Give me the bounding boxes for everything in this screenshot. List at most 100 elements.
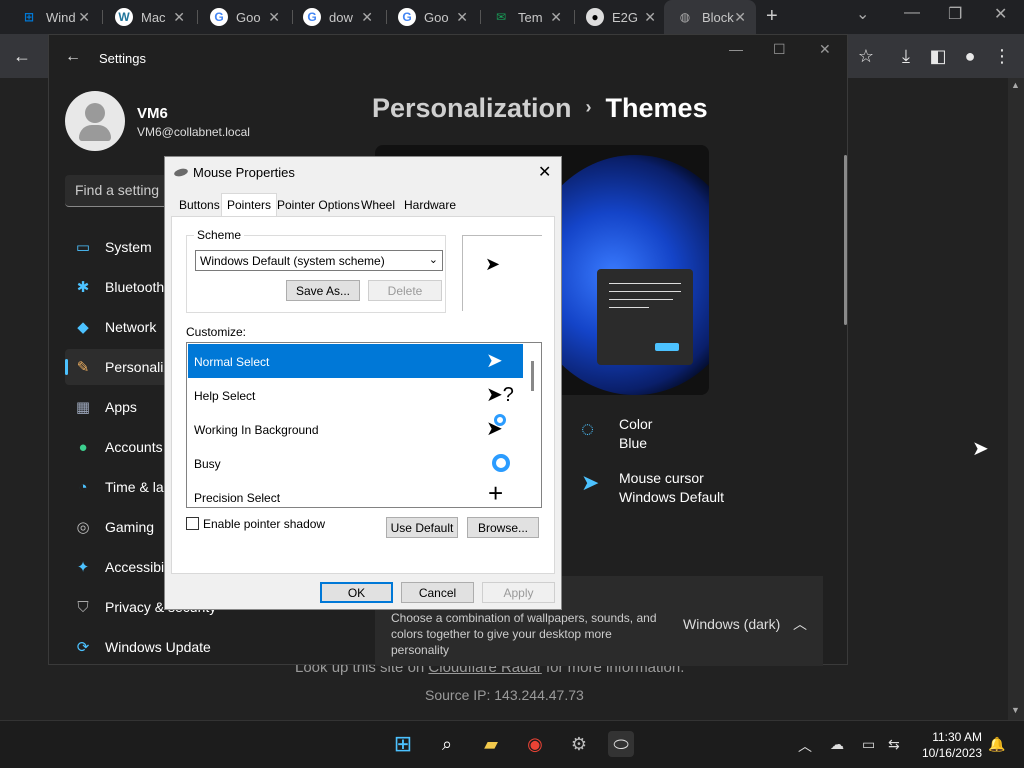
page-scrollbar[interactable] (1008, 78, 1024, 720)
restore-icon[interactable]: ❐ (948, 4, 962, 24)
tab-pointers[interactable]: Pointers (221, 193, 278, 217)
search-input[interactable]: Find a setting (65, 175, 175, 207)
tab-pointer-options[interactable]: Pointer Options (272, 196, 365, 216)
sidebar-item-personalization[interactable]: ✎ Personaliz (65, 349, 175, 385)
tab-hardware[interactable]: Hardware (399, 196, 461, 216)
settings-scrollbar[interactable] (844, 155, 847, 325)
scheme-select[interactable]: Windows Default (system scheme) ⌄ (195, 250, 443, 271)
profile-icon[interactable]: ● (958, 44, 982, 68)
list-item[interactable]: Busy (188, 446, 523, 480)
star-icon[interactable]: ☆ (854, 44, 878, 68)
close-icon[interactable]: ✕ (268, 9, 280, 26)
cloud-icon[interactable]: ☁ (830, 736, 844, 753)
pointer-shadow-checkbox[interactable] (186, 517, 199, 530)
sidebar-item-windows-update[interactable]: ⟳ Windows Update (65, 629, 265, 665)
sidebar-item-apps[interactable]: ▦ Apps (65, 389, 175, 425)
tab-buttons[interactable]: Buttons (174, 196, 225, 216)
browser-tab[interactable]: G dow ✕ (291, 0, 383, 34)
close-icon[interactable]: ✕ (78, 9, 90, 26)
windows-icon: ⊞ (23, 10, 35, 24)
new-tab-button[interactable]: + (766, 5, 778, 28)
chrome-icon[interactable]: ◉ (522, 731, 548, 757)
browser-tab[interactable]: G Goo ✕ (386, 0, 478, 34)
minimize-icon[interactable]: — (729, 41, 743, 57)
mouse-cursor-option[interactable]: ➤ Mouse cursor Windows Default (581, 469, 724, 507)
display-icon[interactable]: ▭ (862, 736, 875, 753)
sidepanel-icon[interactable]: ◧ (926, 44, 950, 68)
close-icon[interactable]: ✕ (550, 9, 562, 26)
chevron-up-icon[interactable]: ︿ (793, 614, 807, 634)
list-item[interactable]: Precision Select + (188, 478, 523, 507)
pointer-list[interactable]: Normal Select ➤ Help Select ➤? Working I… (186, 342, 542, 508)
browser-tab[interactable]: ● E2G ✕ (574, 0, 666, 34)
browse-button[interactable]: Browse... (467, 517, 539, 538)
close-icon[interactable]: ✕ (644, 9, 656, 26)
browser-tab[interactable]: W Mac ✕ (103, 0, 195, 34)
scroll-down-icon[interactable]: ▼ (1011, 705, 1020, 715)
file-explorer-icon[interactable]: ▰ (478, 731, 504, 757)
sidebar-item-bluetooth[interactable]: ✱ Bluetooth (65, 269, 175, 305)
clock[interactable]: 11:30 AM 10/16/2023 (912, 729, 982, 761)
wordpress-icon: W (115, 8, 133, 26)
tab-label: Goo (236, 9, 261, 25)
close-icon[interactable]: ✕ (819, 41, 831, 58)
maximize-icon[interactable]: ☐ (773, 41, 786, 58)
breadcrumb-parent[interactable]: Personalization (372, 93, 572, 123)
avatar[interactable] (65, 91, 125, 151)
close-icon[interactable]: ✕ (734, 9, 746, 26)
scroll-up-icon[interactable]: ▲ (1011, 80, 1020, 90)
system-icon: ▭ (75, 239, 91, 256)
notification-bell-icon[interactable]: 🔔 (988, 736, 1005, 753)
minimize-icon[interactable]: — (904, 4, 920, 22)
browser-tab-active[interactable]: ◍ Block ✕ (664, 0, 756, 34)
close-icon[interactable]: ✕ (173, 9, 185, 26)
accounts-icon: ● (78, 438, 88, 456)
option-title: Color (619, 416, 653, 432)
sidebar-item-accounts[interactable]: ● Accounts (65, 429, 175, 465)
start-icon[interactable]: ⊞ (390, 731, 416, 757)
chevron-down-icon[interactable]: ⌄ (856, 4, 869, 24)
download-icon[interactable]: ⤓ (894, 44, 918, 68)
list-scrollbar[interactable] (531, 361, 534, 391)
color-option[interactable]: ◌ Color Blue (581, 415, 653, 453)
sidebar-item-time-language[interactable]: ◔ Time & la (65, 469, 175, 505)
list-item[interactable]: Help Select ➤? (188, 378, 523, 412)
settings-gear-icon[interactable]: ⚙ (566, 731, 592, 757)
delete-button[interactable]: Delete (368, 280, 442, 301)
search-icon[interactable]: ⌕ (434, 731, 460, 757)
sidebar-item-system[interactable]: ▭ System (65, 229, 175, 265)
menu-icon[interactable]: ⋮ (990, 44, 1014, 68)
save-as-button[interactable]: Save As... (286, 280, 360, 301)
close-icon[interactable]: ✕ (538, 162, 551, 182)
globe-icon: ◍ (679, 10, 691, 24)
browser-tab[interactable]: ⊞ Wind ✕ (8, 0, 100, 34)
browser-tab[interactable]: G Goo ✕ (198, 0, 290, 34)
sidebar-item-gaming[interactable]: ◎ Gaming (65, 509, 175, 545)
sidebar-item-network[interactable]: ◆ Network (65, 309, 175, 345)
browser-tab[interactable]: ✉ Tem ✕ (480, 0, 572, 34)
close-icon[interactable]: ✕ (456, 9, 468, 26)
mouse-icon (173, 167, 189, 178)
back-arrow-icon[interactable]: ← (10, 44, 34, 68)
close-icon[interactable]: ✕ (361, 9, 373, 26)
use-default-button[interactable]: Use Default (386, 517, 458, 538)
clock-date: 10/16/2023 (921, 746, 982, 760)
apps-icon: ▦ (75, 399, 91, 416)
browser-tab-bar: ⊞ Wind ✕ W Mac ✕ G Goo ✕ G dow ✕ G Goo ✕… (0, 0, 1024, 34)
list-item[interactable]: Working In Background ➤ (188, 412, 523, 446)
tab-wheel[interactable]: Wheel (356, 196, 400, 216)
sidebar-item-label: Personaliz (105, 359, 171, 375)
theme-description: Choose a combination of wallpapers, soun… (391, 611, 657, 657)
mouse-icon[interactable]: ⬭ (608, 731, 634, 757)
cancel-button[interactable]: Cancel (401, 582, 474, 603)
close-window-icon[interactable]: ✕ (994, 4, 1007, 24)
chevron-up-icon[interactable]: ︿ (798, 736, 812, 756)
arrow-cursor-icon: ➤ (486, 350, 503, 372)
sidebar-item-accessibility[interactable]: ✦ Accessibi (65, 549, 175, 585)
list-item[interactable]: Normal Select ➤ (188, 344, 523, 378)
apply-button[interactable]: Apply (482, 582, 555, 603)
sidebar-item-label: Apps (105, 399, 137, 415)
back-arrow-icon[interactable]: ← (65, 48, 81, 66)
network-tray-icon[interactable]: ⇆ (888, 736, 900, 753)
ok-button[interactable]: OK (320, 582, 393, 603)
